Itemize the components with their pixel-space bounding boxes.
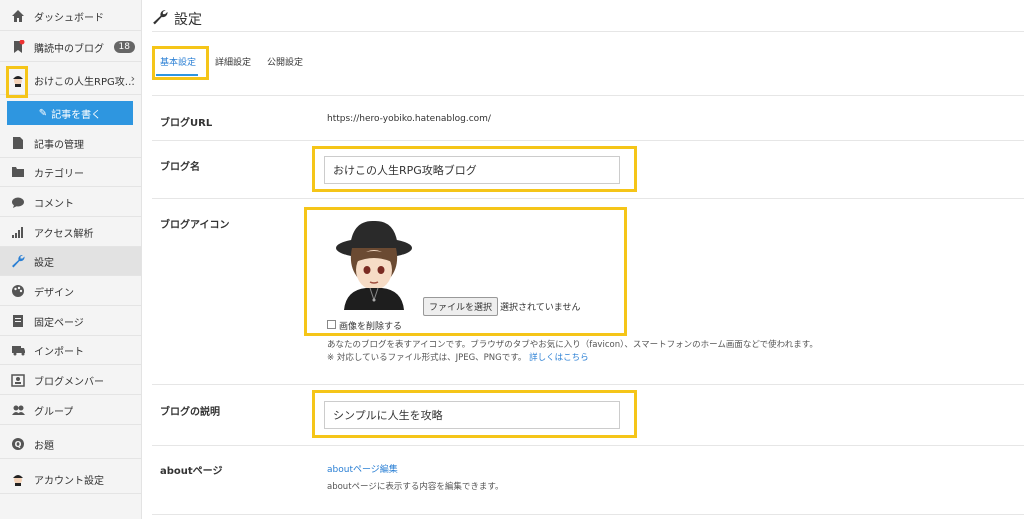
edit-icon: ✎ [38, 107, 48, 119]
wrench-icon [10, 253, 26, 269]
blog-url-value: https://hero-yobiko.hatenablog.com/ [327, 114, 491, 124]
row-divider [152, 198, 1024, 199]
sidebar: ダッシュボード 購読中のブログ 18 おけこの人生RPG攻… › ✎ 記事を書く… [0, 0, 142, 519]
sidebar-item-topics[interactable]: Q お題 [0, 430, 141, 459]
comment-icon [10, 194, 26, 210]
sidebar-item-settings[interactable]: 設定 [0, 247, 141, 276]
group-icon [10, 402, 26, 418]
choose-file-button[interactable]: ファイルを選択 [423, 297, 499, 316]
sidebar-item-import[interactable]: インポート [0, 336, 141, 365]
blog-icon-image [330, 218, 418, 310]
blog-name-label: ブログ名 [160, 162, 200, 173]
sidebar-item-comments[interactable]: コメント [0, 188, 141, 217]
details-link[interactable]: 詳しくはこちら [529, 353, 589, 363]
tab-advanced-settings[interactable]: 詳細設定 [215, 55, 251, 68]
row-divider [152, 514, 1024, 515]
about-page-edit-link[interactable]: aboutページ編集 [327, 462, 398, 475]
icon-help-text: あなたのブログを表すアイコンです。ブラウザのタブやお気に入り（favicon）、… [327, 340, 818, 350]
about-page-label: aboutページ [160, 466, 223, 477]
row-divider [152, 445, 1024, 446]
blog-icon-label: ブログアイコン [160, 220, 230, 231]
unread-count-badge: 18 [113, 41, 135, 53]
tab-publish-settings[interactable]: 公開設定 [267, 55, 303, 68]
bookmark-icon [10, 39, 26, 55]
active-tab-indicator [156, 74, 198, 76]
sidebar-item-analytics[interactable]: アクセス解析 [0, 218, 141, 247]
palette-icon [10, 283, 26, 299]
sidebar-item-dashboard[interactable]: ダッシュボード [0, 2, 141, 31]
home-icon [10, 8, 26, 24]
account-avatar-icon [10, 471, 26, 487]
sidebar-item-blog[interactable]: おけこの人生RPG攻… › [0, 66, 141, 95]
sidebar-item-categories[interactable]: カテゴリー [0, 158, 141, 187]
page-icon [10, 313, 26, 329]
blog-name-input[interactable]: おけこの人生RPG攻略ブログ [324, 156, 620, 184]
blog-url-label: ブログURL [160, 118, 213, 129]
about-page-help-text: aboutページに表示する内容を編集できます。 [327, 482, 504, 492]
sidebar-item-subscriptions[interactable]: 購読中のブログ 18 [0, 33, 141, 62]
sidebar-item-design[interactable]: デザイン [0, 277, 141, 306]
delete-image-checkbox[interactable] [327, 320, 336, 329]
tab-basic-settings[interactable]: 基本設定 [160, 55, 196, 68]
sidebar-item-articles[interactable]: 記事の管理 [0, 129, 141, 158]
icon-format-note: ※ 対応しているファイル形式は、JPEG、PNGです。 詳しくはこちら [327, 353, 589, 363]
member-card-icon [10, 372, 26, 388]
file-status-text: 選択されていません [500, 303, 581, 313]
document-icon [10, 135, 26, 151]
sidebar-item-pages[interactable]: 固定ページ [0, 307, 141, 336]
truck-icon [10, 342, 26, 358]
sidebar-item-groups[interactable]: グループ [0, 396, 141, 425]
wrench-icon [152, 9, 168, 29]
page-title: 設定 [152, 9, 202, 29]
header-divider [152, 31, 1024, 32]
delete-image-label: 画像を削除する [339, 322, 403, 332]
section-divider [152, 95, 1024, 96]
row-divider [152, 140, 1024, 141]
q-bubble-icon: Q [10, 436, 26, 452]
blog-description-label: ブログの説明 [160, 407, 220, 418]
write-article-button[interactable]: ✎ 記事を書く [7, 101, 133, 125]
chevron-right-icon: › [130, 72, 135, 85]
blog-avatar-icon [10, 72, 26, 88]
row-divider [152, 384, 1024, 385]
blog-description-input[interactable]: シンプルに人生を攻略 [324, 401, 620, 429]
svg-text:Q: Q [15, 440, 22, 449]
sidebar-item-account-settings[interactable]: アカウント設定 [0, 465, 141, 494]
bar-chart-icon [10, 224, 26, 240]
folder-icon [10, 164, 26, 180]
sidebar-item-members[interactable]: ブログメンバー [0, 366, 141, 395]
